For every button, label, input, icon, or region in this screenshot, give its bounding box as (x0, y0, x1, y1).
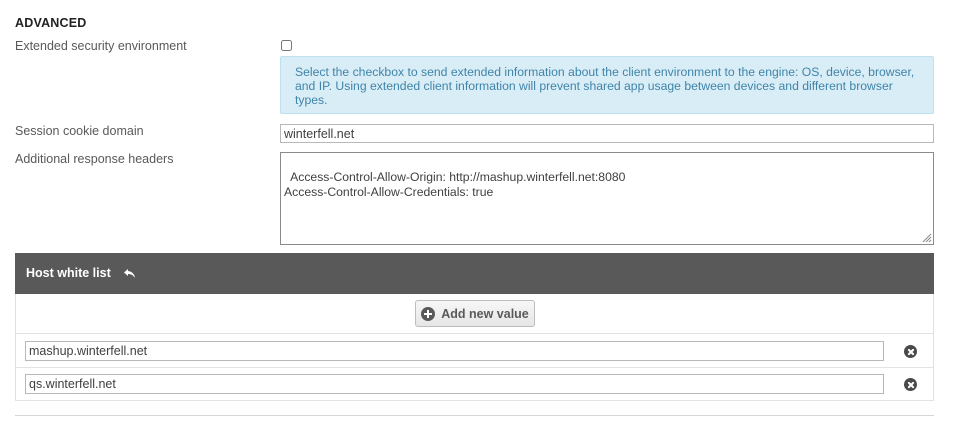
extended-security-label: Extended security environment (15, 39, 187, 53)
row-divider (15, 367, 934, 368)
host-white-list-header: Host white list (15, 253, 934, 294)
host-white-list-title: Host white list (26, 266, 111, 280)
host-entry-input[interactable] (25, 374, 884, 394)
session-cookie-input[interactable] (280, 124, 934, 143)
extended-security-info: Select the checkbox to send extended inf… (280, 56, 934, 114)
panel-bottom-divider (15, 415, 934, 416)
undo-icon[interactable] (123, 266, 137, 280)
row-divider (15, 333, 934, 334)
response-headers-textarea[interactable]: Access-Control-Allow-Origin: http://mash… (280, 152, 934, 245)
host-entry-input[interactable] (25, 341, 884, 361)
add-new-value-label: Add new value (441, 306, 529, 321)
add-new-value-button[interactable]: Add new value (415, 300, 535, 327)
extended-security-checkbox[interactable] (281, 40, 292, 51)
response-headers-text: Access-Control-Allow-Origin: http://mash… (284, 170, 626, 199)
session-cookie-label: Session cookie domain (15, 124, 144, 138)
remove-entry-icon[interactable] (904, 345, 917, 358)
section-title: ADVANCED (15, 16, 87, 30)
resize-grip-icon[interactable] (922, 233, 932, 243)
plus-circle-icon (421, 306, 436, 321)
remove-entry-icon[interactable] (904, 378, 917, 391)
row-divider (15, 400, 934, 401)
response-headers-label: Additional response headers (15, 152, 174, 166)
